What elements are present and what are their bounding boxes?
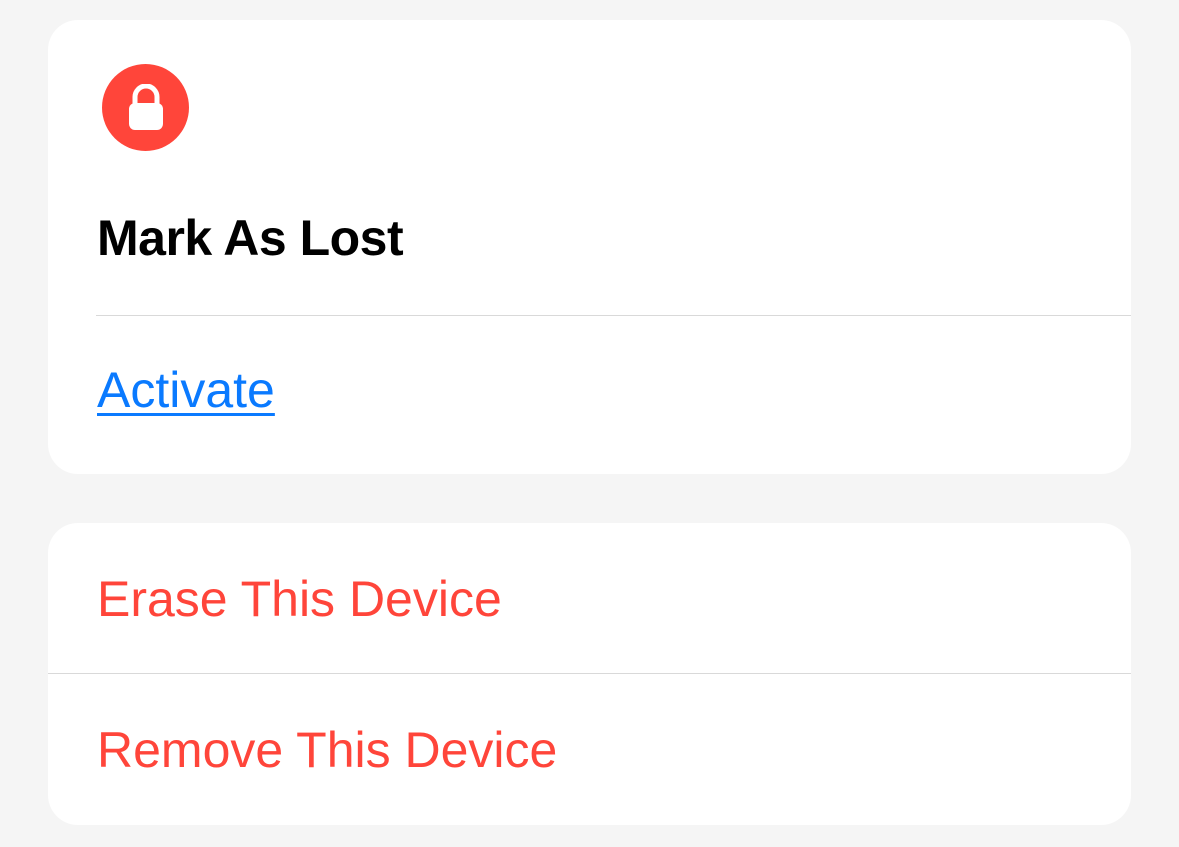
activate-link[interactable]: Activate [97, 360, 275, 420]
device-settings-page: Mark As Lost Activate Erase This Device … [0, 0, 1179, 847]
mark-as-lost-title: Mark As Lost [97, 210, 404, 266]
erase-device-button[interactable]: Erase This Device [48, 523, 1131, 673]
erase-device-label: Erase This Device [97, 571, 502, 627]
divider [96, 315, 1131, 316]
remove-device-button[interactable]: Remove This Device [48, 674, 1131, 824]
lock-glyph [128, 83, 163, 130]
mark-as-lost-card: Mark As Lost Activate [48, 20, 1131, 474]
remove-device-label: Remove This Device [97, 722, 558, 778]
lock-icon [102, 64, 189, 151]
device-actions-card: Erase This Device Remove This Device [48, 523, 1131, 825]
